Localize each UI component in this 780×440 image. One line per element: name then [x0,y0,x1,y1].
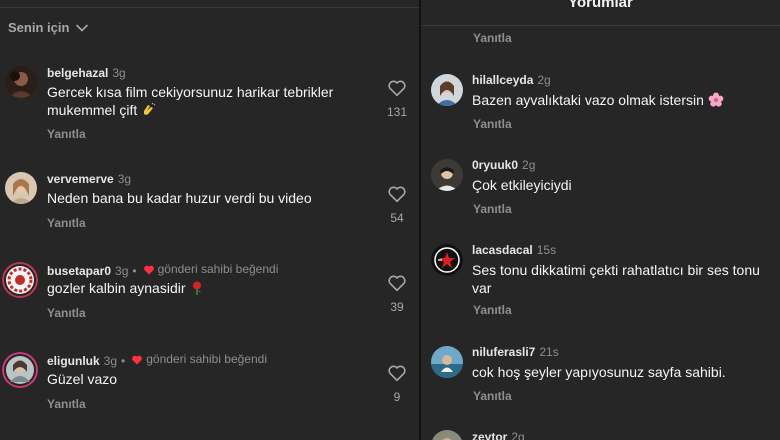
like-count: 9 [393,390,401,404]
heart-outline-icon [388,80,406,97]
heart-outline-icon [388,275,406,292]
timestamp: 15s [536,243,557,257]
reply-button[interactable]: Yanıtla [473,202,512,216]
like-button[interactable] [386,183,408,205]
timestamp: 3g [103,354,118,368]
username[interactable]: vervemerve [47,172,114,186]
timestamp: 2g [511,430,525,440]
heart-outline-icon [388,365,406,382]
avatar[interactable] [5,172,37,204]
username[interactable]: niluferasli7 [472,345,535,359]
avatar[interactable] [2,262,38,298]
comment-text: gozler kalbin aynasidir [47,279,382,297]
cherry-blossom-icon [708,92,724,107]
username[interactable]: 0ryuuk0 [472,158,518,172]
avatar[interactable] [431,244,463,276]
sort-selector[interactable]: Senin için [8,20,89,35]
comments-panel-left: Senin için belgehazal 3g Gercek kısa fil… [0,0,419,440]
username[interactable]: eligunluk [47,354,100,368]
timestamp: 2g [522,158,536,172]
like-count: 54 [390,211,404,225]
username[interactable]: belgehazal [47,66,108,80]
sort-label: Senin için [8,20,70,35]
avatar[interactable] [431,430,463,440]
rose-icon [193,281,202,295]
avatar[interactable] [5,66,37,98]
like-button[interactable] [386,272,408,294]
username[interactable]: busetapar0 [47,264,111,278]
comment-text: Güzel vazo [47,371,118,387]
comment-text: Bazen ayvalıktaki vazo olmak istersin [472,91,772,109]
like-count: 39 [390,300,404,314]
author-liked-badge: gönderi sahibi beğendi [131,352,267,366]
reply-button[interactable]: Yanıtla [473,303,512,317]
divider [421,25,780,26]
comment-text: Çok etkileyiciydi [472,177,572,193]
separator-dot: • [121,354,126,368]
reply-button[interactable]: Yanıtla [473,117,512,131]
separator-dot: • [132,264,137,278]
avatar[interactable] [2,352,38,388]
reply-button[interactable]: Yanıtla [473,389,512,403]
username[interactable]: zeytor [472,430,507,440]
comment-text: cok hoş şeyler yapıyosunuz sayfa sahibi. [472,364,726,380]
heart-filled-icon [143,265,154,275]
comments-panel-right: Yorumlar Yanıtla hilallceyda 2g Bazen ay… [421,0,780,440]
page-title: Yorumlar [568,0,633,11]
avatar[interactable] [431,159,463,191]
timestamp: 21s [539,345,559,359]
avatar[interactable] [431,74,463,106]
timestamp: 3g [112,66,126,80]
heart-filled-icon [132,355,143,365]
comment-text: Gercek kısa film cekiyorsunuz harikar te… [47,84,334,118]
username[interactable]: hilallceyda [472,73,533,87]
reply-button[interactable]: Yanıtla [47,306,86,320]
like-count: 131 [386,105,408,119]
comment-text: Neden bana bu kadar huzur verdi bu video [47,190,312,206]
chevron-down-icon [76,24,89,32]
comment-text: Ses tonu dikkatimi çekti rahatlatıcı bir… [472,262,760,296]
avatar[interactable] [431,346,463,378]
timestamp: 3g [115,264,129,278]
reply-button[interactable]: Yanıtla [47,127,86,141]
author-liked-badge: gönderi sahibi beğendi [143,262,278,276]
timestamp: 3g [117,172,132,186]
like-button[interactable] [386,362,408,384]
like-button[interactable] [386,77,408,99]
reply-button[interactable]: Yanıtla [47,216,86,230]
heart-outline-icon [388,186,406,203]
reply-button[interactable]: Yanıtla [47,397,86,411]
reply-button[interactable]: Yanıtla [473,31,512,45]
clapping-hands-icon [144,102,156,115]
timestamp: 2g [537,73,551,87]
username[interactable]: lacasdacal [472,243,533,257]
divider [0,7,419,8]
